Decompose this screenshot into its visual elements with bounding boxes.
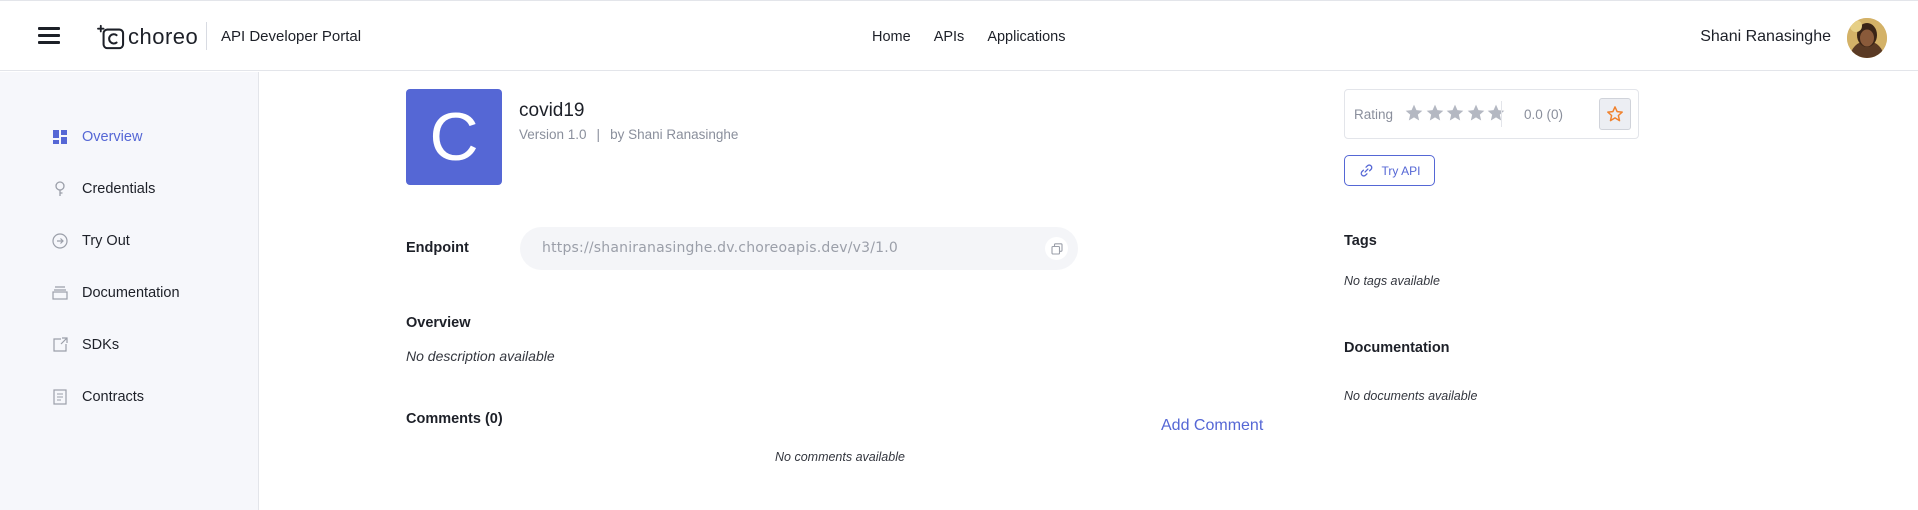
top-header: choreo API Developer Portal Home APIs Ap… [0,0,1918,71]
documentation-empty-text: No documents available [1344,389,1478,403]
tags-heading: Tags [1344,233,1377,249]
sidebar-item-label: Overview [82,129,143,145]
endpoint-field: https://shaniranasinghe.dv.choreoapis.de… [520,227,1078,270]
comments-empty-text: No comments available [775,450,905,464]
meta-separator: | [596,127,601,142]
rating-label: Rating [1354,107,1394,122]
sidebar-item-documentation[interactable]: Documentation [52,281,180,305]
sidebar-item-label: Contracts [82,389,145,405]
api-initial: C [429,99,479,175]
portal-title: API Developer Portal [221,28,362,45]
overview-icon [52,129,68,145]
star-icon[interactable] [1466,102,1486,124]
top-nav: Home APIs Applications [872,29,1089,45]
favorite-button[interactable] [1599,98,1631,130]
choreo-logo-mark-icon [97,24,125,50]
export-icon [52,337,68,353]
tags-empty-text: No tags available [1344,274,1440,288]
copy-icon [1050,242,1063,255]
stack-icon [52,285,68,301]
sidebar-item-label: SDKs [82,337,120,353]
overview-heading: Overview [406,315,471,331]
comments-heading: Comments (0) [406,411,503,427]
rating-panel: Rating 0.0 (0) [1344,89,1639,139]
avatar[interactable] [1847,18,1887,58]
sidebar-item-contracts[interactable]: Contracts [52,385,144,409]
api-thumbnail: C [406,89,502,185]
header-divider [206,22,207,50]
api-meta: Version 1.0 | by Shani Ranasinghe [519,127,738,142]
sidebar-item-credentials[interactable]: Credentials [52,177,155,201]
sidebar-item-label: Try Out [82,233,130,249]
nav-home[interactable]: Home [872,29,911,45]
star-icon[interactable] [1425,102,1445,124]
try-api-button[interactable]: Try API [1344,155,1435,186]
user-name[interactable]: Shani Ranasinghe [1700,28,1831,46]
star-icon[interactable] [1486,102,1506,124]
api-name: covid19 [519,100,585,121]
sidebar-item-label: Credentials [82,181,156,197]
choreo-logo[interactable]: choreo [96,23,198,51]
sidebar-item-label: Documentation [82,285,180,301]
rating-value: 0.0 (0) [1524,107,1564,122]
arrow-circle-icon [52,233,68,249]
api-author: by Shani Ranasinghe [610,127,739,142]
rating-stars [1404,102,1507,124]
sidebar-item-sdks[interactable]: SDKs [52,333,119,357]
nav-apis[interactable]: APIs [934,29,965,45]
star-outline-icon [1607,106,1623,122]
try-api-label: Try API [1381,163,1421,178]
star-icon[interactable] [1445,102,1465,124]
endpoint-url[interactable]: https://shaniranasinghe.dv.choreoapis.de… [542,240,898,256]
api-version: Version 1.0 [519,127,587,142]
nav-applications[interactable]: Applications [987,29,1065,45]
documentation-heading: Documentation [1344,340,1450,356]
logo-text: choreo [128,24,199,49]
avatar-image [1847,18,1887,58]
document-icon [52,389,68,405]
rating-divider [1501,101,1502,127]
sidebar-item-overview[interactable]: Overview [52,125,142,149]
add-comment-button[interactable]: Add Comment [1161,417,1263,435]
link-icon [1360,164,1372,177]
hamburger-menu-icon[interactable] [38,27,60,45]
key-icon [52,181,68,197]
star-icon[interactable] [1404,102,1424,124]
endpoint-label: Endpoint [406,240,469,256]
overview-text: No description available [406,348,555,364]
sidebar: Overview Credentials Try Out Documentati… [0,72,259,510]
copy-button[interactable] [1045,237,1068,260]
sidebar-item-try-out[interactable]: Try Out [52,229,130,253]
